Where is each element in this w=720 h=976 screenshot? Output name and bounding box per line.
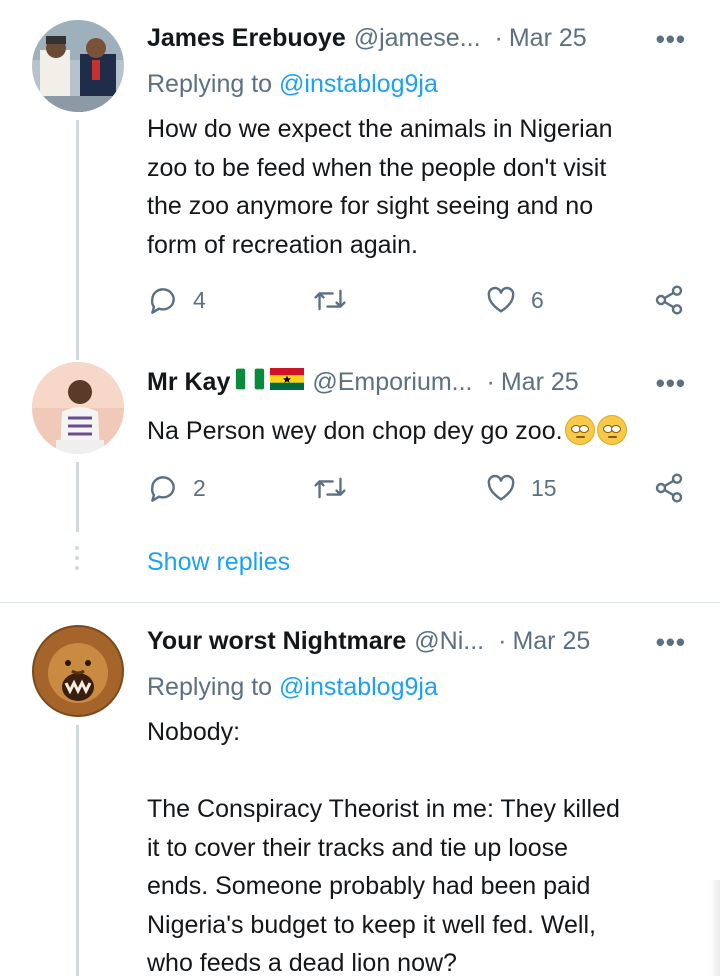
avatar[interactable] [32, 362, 124, 454]
separator-dot: · [494, 24, 503, 52]
thread-dots [75, 546, 79, 576]
share-icon [655, 285, 683, 315]
tweet-header: James Erebuoye @jamese... · Mar 25 ••• [147, 24, 720, 56]
replying-to-label: Replying to [147, 70, 273, 98]
retweet-button[interactable] [313, 284, 361, 316]
scroll-edge [710, 880, 720, 976]
thread-line [76, 462, 79, 532]
like-button[interactable]: 15 [485, 472, 557, 504]
thread-line [76, 725, 79, 976]
like-button[interactable]: 6 [485, 284, 544, 316]
timestamp[interactable]: Mar 25 [512, 627, 590, 656]
more-options-icon[interactable]: ••• [656, 24, 686, 55]
reply-count: 2 [193, 474, 206, 501]
nigeria-flag-icon [236, 368, 265, 390]
tweet-2[interactable]: Mr Kay @Emporium... · Mar 25 ••• Na Pers… [0, 340, 720, 550]
more-options-icon[interactable]: ••• [656, 368, 686, 399]
mention-link[interactable]: @instablog9ja [279, 70, 438, 98]
share-button[interactable] [653, 284, 685, 316]
thread-line [76, 340, 79, 360]
replying-to: Replying to @instablog9ja [147, 70, 438, 99]
reply-icon [150, 476, 175, 502]
separator-dot: · [498, 627, 507, 655]
timestamp[interactable]: Mar 25 [501, 368, 579, 397]
tweet-actions: 2 15 [147, 472, 692, 508]
mention-link[interactable]: @instablog9ja [279, 673, 438, 701]
thread-line [76, 120, 79, 340]
heart-icon [487, 286, 515, 313]
like-count: 15 [531, 474, 557, 501]
replying-to-label: Replying to [147, 673, 273, 701]
show-replies-link[interactable]: Show replies [147, 548, 290, 577]
tweet-header: Mr Kay @Emporium... · Mar 25 ••• [147, 368, 720, 400]
tweet-actions: 4 6 [147, 284, 692, 320]
replying-to: Replying to @instablog9ja [147, 673, 438, 702]
rolling-eyes-emoji-icon [564, 415, 595, 445]
tweet-text-container: Na Person wey don chop dey go zoo. [147, 412, 687, 451]
display-name[interactable]: Your worst Nightmare [147, 627, 406, 656]
tweet-3[interactable]: Your worst Nightmare @Ni... · Mar 25 •••… [0, 603, 720, 976]
username[interactable]: @jamese... [354, 24, 481, 53]
retweet-icon [314, 477, 346, 499]
username[interactable]: @Emporium... [312, 368, 472, 397]
heart-icon [487, 474, 515, 501]
avatar[interactable] [32, 625, 124, 717]
display-name[interactable]: James Erebuoye [147, 24, 346, 53]
display-name[interactable]: Mr Kay [147, 368, 230, 397]
reply-count: 4 [193, 286, 206, 313]
reply-button[interactable]: 2 [147, 472, 206, 504]
retweet-icon [314, 289, 346, 311]
share-button[interactable] [653, 472, 685, 504]
tweet-header: Your worst Nightmare @Ni... · Mar 25 ••• [147, 627, 720, 659]
tweet-text: How do we expect the animals in Nigerian… [147, 115, 613, 259]
tweet-1[interactable]: James Erebuoye @jamese... · Mar 25 ••• R… [0, 0, 720, 340]
username[interactable]: @Ni... [414, 627, 484, 656]
ghana-flag-icon [270, 368, 305, 390]
tweet-text: Na Person wey don chop dey go zoo. [147, 417, 563, 445]
retweet-button[interactable] [313, 472, 361, 504]
rolling-eyes-emoji-icon [596, 415, 627, 445]
more-options-icon[interactable]: ••• [656, 627, 686, 658]
reply-icon [150, 288, 175, 314]
like-count: 6 [531, 286, 544, 313]
avatar[interactable] [32, 20, 124, 112]
separator-dot: · [486, 368, 495, 396]
tweet-text: Nobody: The Conspiracy Theorist in me: T… [147, 718, 620, 976]
share-icon [655, 473, 683, 503]
reply-button[interactable]: 4 [147, 284, 206, 316]
timestamp[interactable]: Mar 25 [509, 24, 587, 53]
